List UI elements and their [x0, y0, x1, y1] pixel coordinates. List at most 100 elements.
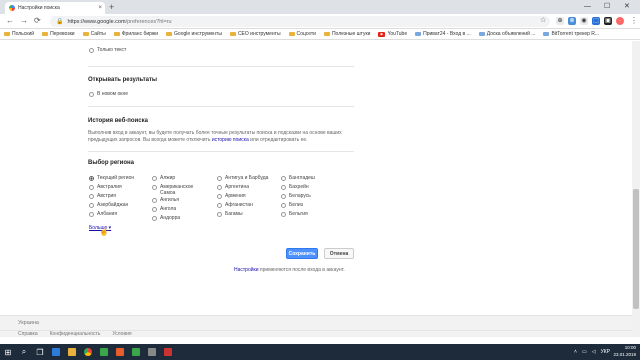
app-icon[interactable] — [160, 344, 176, 360]
region-option[interactable]: Ангилья — [152, 197, 179, 204]
region-option[interactable]: Бельгия — [281, 211, 308, 218]
browser-tab[interactable]: Настройки поиска × — [5, 2, 105, 14]
bookmark-item[interactable]: Соцсети — [288, 31, 316, 37]
bookmark-item[interactable]: Google инструменты — [166, 31, 222, 37]
close-window-button[interactable]: ✕ — [624, 2, 630, 12]
extension-icon[interactable]: ◉ — [580, 17, 588, 25]
bookmark-item[interactable]: СЕО инструменты — [229, 31, 281, 37]
bookmark-item[interactable]: Сайты — [82, 31, 106, 37]
app-icon[interactable] — [96, 344, 112, 360]
radio-button[interactable] — [89, 47, 94, 53]
footer-link-help[interactable]: Справка — [18, 331, 38, 337]
bookmark-item[interactable]: Польский — [4, 31, 34, 37]
menu-icon[interactable]: ⋮ — [630, 16, 638, 26]
radio-button[interactable] — [217, 203, 222, 208]
radio-button[interactable] — [152, 198, 157, 203]
radio-button[interactable] — [152, 216, 157, 221]
radio-button[interactable] — [89, 176, 94, 181]
language-indicator[interactable]: УКР — [601, 349, 610, 355]
region-option[interactable]: Бангладеш — [281, 175, 315, 182]
maximize-button[interactable]: ☐ — [604, 2, 610, 12]
radio-button[interactable] — [217, 185, 222, 190]
text-only-option[interactable]: Только текст — [89, 47, 126, 53]
cancel-button[interactable]: Отмена — [324, 248, 354, 259]
extension-icon[interactable]: ▣ — [604, 17, 612, 25]
search-history-link[interactable]: историю поиска — [212, 137, 249, 143]
settings-link[interactable]: Настройки — [234, 267, 259, 273]
extension-icon[interactable]: ⬚ — [592, 17, 600, 25]
region-option[interactable]: Армения — [217, 193, 246, 200]
footer-link-privacy[interactable]: Конфиденциальность — [50, 331, 101, 337]
reload-icon[interactable]: ⟳ — [34, 16, 41, 26]
windows-start-icon[interactable]: ⊞ — [0, 344, 16, 360]
radio-button[interactable] — [152, 207, 157, 212]
radio-button[interactable] — [217, 212, 222, 217]
save-button[interactable]: Сохранить — [286, 248, 318, 259]
region-option[interactable]: Белиз — [281, 202, 303, 209]
bookmark-item[interactable]: Фриланс биржи — [113, 31, 158, 37]
region-option[interactable]: Азербайджан — [89, 202, 128, 209]
extension-icon[interactable]: ⊗ — [568, 17, 576, 25]
region-option[interactable]: Андорра — [152, 215, 180, 222]
search-icon[interactable]: ⌕ — [16, 344, 32, 360]
radio-button[interactable] — [217, 194, 222, 199]
back-arrow-icon[interactable]: ← — [6, 16, 14, 26]
app-icon[interactable] — [112, 344, 128, 360]
footer-links: Справка Конфиденциальность Условия — [0, 330, 632, 337]
radio-button[interactable] — [152, 185, 157, 190]
address-bar[interactable]: 🔒 https://www.google.com/preferences?hl=… — [50, 16, 550, 27]
app-icon[interactable] — [144, 344, 160, 360]
radio-button[interactable] — [281, 185, 286, 190]
radio-button[interactable] — [217, 176, 222, 181]
bookmark-item[interactable]: Приват24 - Вход в ... — [415, 31, 471, 37]
region-option[interactable]: Австралия — [89, 184, 122, 191]
bookmark-item[interactable]: ▶ YouTube — [378, 31, 407, 37]
bookmark-star-icon[interactable]: ☆ — [540, 16, 546, 26]
forward-arrow-icon[interactable]: → — [20, 16, 28, 26]
chrome-icon[interactable] — [80, 344, 96, 360]
clock[interactable]: 10:00 23.01.2019 — [613, 345, 636, 358]
bookmark-item[interactable]: Полезные штуки — [323, 31, 370, 37]
profile-avatar[interactable]: · — [616, 17, 624, 25]
region-option[interactable]: Багамы — [217, 211, 243, 218]
radio-button[interactable] — [89, 203, 94, 208]
task-view-icon[interactable]: ❐ — [32, 344, 48, 360]
radio-button[interactable] — [281, 212, 286, 217]
tab-close-icon[interactable]: × — [98, 5, 102, 11]
bookmark-item[interactable]: Доска объявлений ... — [478, 31, 535, 37]
region-option[interactable]: Американское Самоа — [152, 184, 200, 196]
region-option[interactable]: Австрия — [89, 193, 116, 200]
new-window-option[interactable]: В новом окне — [89, 91, 128, 97]
region-option[interactable]: Антигуа и Барбуда — [217, 175, 268, 182]
explorer-icon[interactable] — [64, 344, 80, 360]
region-option[interactable]: Албания — [89, 211, 117, 218]
region-option[interactable]: Алжир — [152, 175, 175, 182]
region-option[interactable]: Беларусь — [281, 193, 311, 200]
radio-button[interactable] — [152, 176, 157, 181]
radio-button[interactable] — [89, 212, 94, 217]
edge-icon[interactable] — [48, 344, 64, 360]
app-icon[interactable] — [128, 344, 144, 360]
region-option[interactable]: Бахрейн — [281, 184, 309, 191]
region-option[interactable]: Ангола — [152, 206, 176, 213]
radio-button[interactable] — [281, 194, 286, 199]
radio-button[interactable] — [281, 176, 286, 181]
volume-icon[interactable]: ◁ — [592, 349, 596, 355]
region-option[interactable]: Текущий регион — [89, 175, 134, 182]
region-option[interactable]: Афганистан — [217, 202, 253, 209]
radio-button[interactable] — [281, 203, 286, 208]
region-option[interactable]: Аргентина — [217, 184, 249, 191]
new-tab-button[interactable]: + — [109, 2, 114, 12]
radio-button[interactable] — [89, 194, 94, 199]
bookmark-item[interactable]: BitTorrent трекер R... — [543, 31, 599, 37]
bookmark-item[interactable]: Перевозки — [42, 31, 75, 37]
scrollbar-thumb[interactable] — [633, 189, 639, 309]
minimize-button[interactable]: — — [584, 2, 591, 12]
checkbox[interactable] — [89, 91, 94, 97]
footer-link-terms[interactable]: Условия — [112, 331, 131, 337]
tray-expand-icon[interactable]: ˄ — [574, 349, 577, 355]
page-scrollbar[interactable] — [632, 41, 640, 337]
extension-icon[interactable]: ⊕ — [556, 17, 564, 25]
radio-button[interactable] — [89, 185, 94, 190]
network-icon[interactable]: ▭ — [582, 349, 587, 355]
